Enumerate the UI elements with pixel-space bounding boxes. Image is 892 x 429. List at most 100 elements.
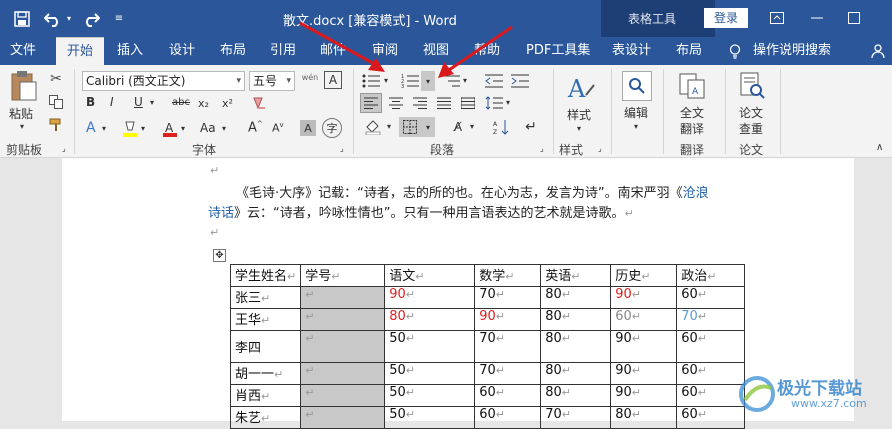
tab-pdf-tools[interactable]: PDF工具集: [526, 37, 590, 65]
ribbon-display-options-icon[interactable]: [768, 9, 786, 27]
score-cell[interactable]: 60↵: [610, 308, 678, 331]
name-cell[interactable]: 朱艺↵: [229, 406, 302, 429]
tab-help[interactable]: 帮助: [474, 37, 500, 65]
tab-home[interactable]: 开始: [56, 37, 104, 65]
id-cell[interactable]: ↵: [300, 384, 386, 407]
tab-references[interactable]: 引用: [270, 37, 296, 65]
tab-mailings[interactable]: 邮件: [320, 37, 346, 65]
increase-indent-icon[interactable]: [509, 71, 531, 91]
translate-icon[interactable]: A: [676, 71, 708, 101]
tab-insert[interactable]: 插入: [117, 37, 143, 65]
header-cell[interactable]: 数学↵: [474, 264, 542, 287]
font-name-select[interactable]: Calibri (西文正文) ▾: [82, 71, 245, 91]
copy-icon[interactable]: [47, 93, 65, 111]
font-color-dropdown-icon[interactable]: ▾: [181, 125, 185, 133]
translate-line2[interactable]: 翻译: [680, 123, 704, 135]
cang-lang-link[interactable]: 沧浪: [683, 186, 709, 201]
change-case-dropdown-icon[interactable]: ▾: [222, 125, 226, 133]
shrink-font-button[interactable]: Av: [272, 122, 284, 134]
undo-icon[interactable]: [42, 8, 64, 30]
score-cell[interactable]: 80↵: [540, 384, 612, 407]
save-icon[interactable]: [12, 9, 32, 29]
name-cell[interactable]: 李四: [229, 330, 302, 363]
bullets-dropdown-icon[interactable]: ▾: [384, 77, 388, 85]
id-cell[interactable]: ↵: [300, 308, 386, 331]
format-painter-icon[interactable]: [47, 116, 65, 134]
justify-icon[interactable]: [433, 93, 455, 113]
score-cell[interactable]: 90↵: [474, 308, 542, 331]
paste-dropdown-icon[interactable]: ▾: [20, 123, 24, 131]
id-cell[interactable]: ↵: [300, 362, 386, 385]
table-move-handle-icon[interactable]: ✥: [213, 249, 226, 262]
cut-icon[interactable]: ✂: [47, 70, 65, 88]
grow-font-button[interactable]: A^: [248, 121, 263, 135]
multilevel-list-icon[interactable]: [440, 71, 462, 91]
decrease-indent-icon[interactable]: [483, 71, 505, 91]
clipboard-launcher-icon[interactable]: ⌟: [62, 145, 66, 153]
styles-icon[interactable]: A: [564, 71, 598, 105]
maximize-icon[interactable]: [845, 9, 863, 27]
shading-dropdown-icon[interactable]: ▾: [387, 123, 391, 131]
poem-paragraph-line2[interactable]: 诗话》云：“诗者，吟咏性情也”。只有一种用言语表达的艺术就是诗歌。↵: [208, 202, 634, 221]
customize-toolbar-icon[interactable]: ≡: [113, 11, 125, 25]
bullets-icon[interactable]: [360, 71, 382, 91]
line-spacing-icon[interactable]: [483, 93, 505, 113]
score-cell[interactable]: 90↵: [384, 286, 476, 309]
score-cell[interactable]: 80↵: [610, 406, 678, 429]
tab-file[interactable]: 文件: [10, 37, 36, 65]
align-right-icon[interactable]: [409, 93, 431, 113]
tab-view[interactable]: 视图: [423, 37, 449, 65]
highlight-dropdown-icon[interactable]: ▾: [141, 125, 145, 133]
tab-layout[interactable]: 布局: [220, 37, 246, 65]
poem-paragraph-line1[interactable]: 《毛诗·大序》记载：“诗者，志的所的也。在心为志，发言为诗”。南宋严羽《沧浪: [236, 182, 709, 201]
shading-icon[interactable]: [362, 117, 384, 137]
score-cell[interactable]: 50↵: [384, 406, 476, 429]
styles-dropdown-icon[interactable]: ▾: [577, 125, 581, 133]
id-cell[interactable]: ↵: [300, 286, 386, 309]
header-cell[interactable]: 语文↵: [384, 264, 476, 287]
login-button[interactable]: 登录: [704, 8, 748, 28]
score-cell[interactable]: 90↵: [610, 330, 678, 363]
score-cell[interactable]: 70↵: [474, 286, 542, 309]
score-cell[interactable]: 80↵: [540, 330, 612, 363]
editing-button[interactable]: 编辑: [624, 107, 648, 119]
show-marks-icon[interactable]: ↵: [522, 117, 540, 137]
redo-icon[interactable]: [80, 8, 102, 30]
score-cell[interactable]: 60↵: [676, 330, 746, 363]
score-cell[interactable]: 90↵: [610, 384, 678, 407]
paste-button[interactable]: 粘贴: [9, 108, 33, 120]
tell-me-search[interactable]: 操作说明搜索: [753, 37, 831, 65]
header-cell[interactable]: 历史↵: [610, 264, 678, 287]
text-effects-dropdown-icon[interactable]: ▾: [102, 125, 106, 133]
char-border-icon[interactable]: A: [324, 71, 342, 89]
chinese-layout-dropdown-icon[interactable]: ▾: [470, 123, 474, 131]
score-cell[interactable]: 70↵: [676, 308, 746, 331]
numbering-icon[interactable]: 123: [399, 71, 421, 91]
underline-button[interactable]: U: [134, 96, 143, 108]
align-left-icon[interactable]: [360, 93, 382, 113]
distribute-icon[interactable]: [457, 93, 479, 113]
font-color-icon[interactable]: A: [160, 119, 180, 139]
score-cell[interactable]: 50↵: [384, 362, 476, 385]
score-cell[interactable]: 60↵: [676, 286, 746, 309]
score-cell[interactable]: 50↵: [384, 330, 476, 363]
paragraph-launcher-icon[interactable]: ⌟: [540, 145, 544, 153]
name-cell[interactable]: 肖西↵: [229, 384, 302, 407]
tab-review[interactable]: 审阅: [372, 37, 398, 65]
styles-button[interactable]: 样式: [567, 109, 591, 121]
score-cell[interactable]: 70↵: [474, 330, 542, 363]
collapse-ribbon-icon[interactable]: ∧: [876, 143, 883, 153]
borders-dropdown-icon[interactable]: ▾: [421, 117, 435, 137]
undo-dropdown-icon[interactable]: ▾: [64, 12, 74, 24]
sort-icon[interactable]: AZ: [490, 117, 512, 137]
italic-button[interactable]: I: [110, 96, 114, 108]
score-cell[interactable]: 70↵: [540, 406, 612, 429]
change-case-button[interactable]: Aa: [200, 122, 216, 134]
bold-button[interactable]: B: [86, 96, 95, 108]
score-cell[interactable]: 80↵: [540, 286, 612, 309]
score-cell[interactable]: 80↵: [540, 362, 612, 385]
paper-check-icon[interactable]: [736, 71, 768, 101]
translate-line1[interactable]: 全文: [680, 107, 704, 119]
score-cell[interactable]: 60↵: [474, 406, 542, 429]
multilevel-dropdown-icon[interactable]: ▾: [463, 77, 467, 85]
